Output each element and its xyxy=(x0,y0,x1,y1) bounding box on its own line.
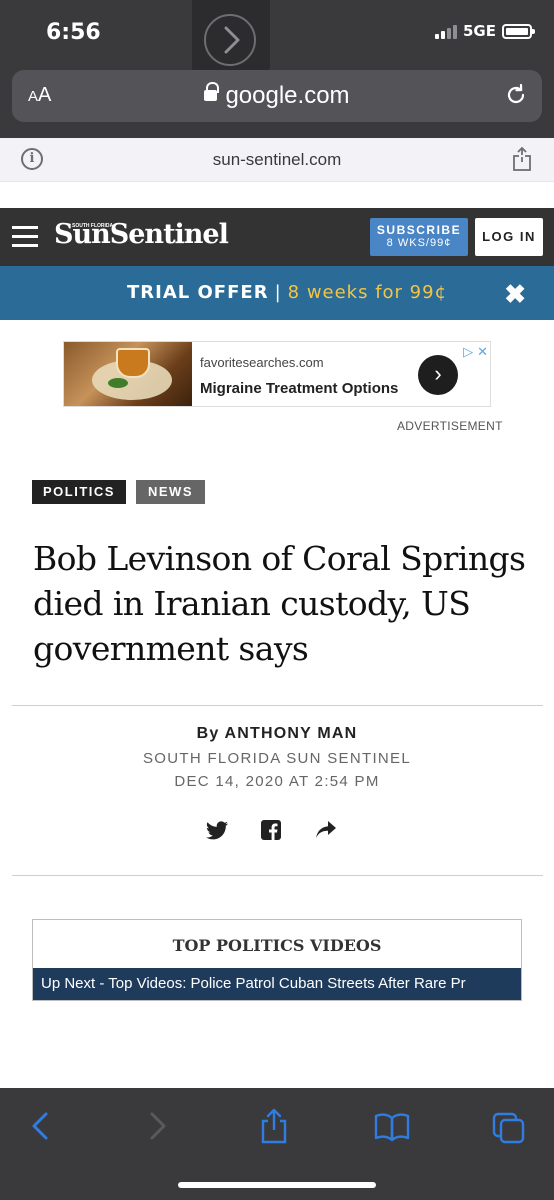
network-label: 5GE xyxy=(463,22,496,40)
share-icon[interactable] xyxy=(512,147,532,171)
bookmarks-icon[interactable] xyxy=(374,1108,410,1144)
status-indicators: 5GE xyxy=(435,22,535,40)
share-icon[interactable] xyxy=(258,1108,290,1144)
tag-politics[interactable]: POLITICS xyxy=(32,480,126,504)
social-share-row xyxy=(205,820,345,842)
home-indicator[interactable] xyxy=(178,1182,376,1188)
chevron-right-icon[interactable]: › xyxy=(418,355,458,395)
subscribe-label: SUBSCRIBE xyxy=(376,223,462,237)
trial-offer-price: 8 weeks for 99¢ xyxy=(287,282,448,303)
ad-banner[interactable]: favoritesearches.com Migraine Treatment … xyxy=(63,341,491,407)
logo-kicker: SOUTH FLORIDA xyxy=(72,223,114,229)
byline[interactable]: By ANTHONY MAN xyxy=(0,725,554,743)
status-time: 6:56 xyxy=(46,20,101,45)
subscribe-offer: 8 WKS/99¢ xyxy=(386,237,452,249)
reload-icon[interactable] xyxy=(504,83,528,107)
login-button[interactable]: LOG IN xyxy=(475,218,543,256)
video-widget-title: TOP POLITICS VIDEOS xyxy=(172,936,382,955)
site-info-bar: i sun-sentinel.com xyxy=(0,138,554,182)
trial-offer-text: TRIAL OFFER | 8 weeks for 99¢ xyxy=(127,282,447,303)
ad-title: Migraine Treatment Options xyxy=(200,380,399,397)
ad-image xyxy=(64,342,192,406)
facebook-icon[interactable] xyxy=(261,820,281,840)
lock-icon xyxy=(204,82,220,104)
forward-bubble[interactable] xyxy=(192,0,270,80)
publication-name: SOUTH FLORIDA SUN SENTINEL xyxy=(142,750,411,767)
twitter-icon[interactable] xyxy=(205,820,229,842)
close-icon[interactable]: ✖ xyxy=(504,279,526,310)
trial-offer-separator: | xyxy=(274,282,282,303)
trial-offer-banner[interactable]: TRIAL OFFER | 8 weeks for 99¢ ✖ xyxy=(0,266,554,320)
menu-icon[interactable] xyxy=(12,226,38,248)
ad-close-icon[interactable]: ✕ xyxy=(477,344,488,360)
chevron-right-icon xyxy=(204,14,256,66)
site-logo[interactable]: SOUTH FLORIDA SunSentinel xyxy=(54,219,229,250)
divider xyxy=(12,875,543,876)
tag-news[interactable]: NEWS xyxy=(136,480,205,504)
forward-icon[interactable] xyxy=(146,1108,170,1144)
signal-icon xyxy=(435,23,457,39)
publish-date: DEC 14, 2020 AT 2:54 PM xyxy=(174,773,380,790)
page: 6:56 5GE AA google.com i sun-sentinel.co… xyxy=(0,0,554,1200)
ad-choices[interactable]: ▷ ✕ xyxy=(463,344,488,360)
back-icon[interactable] xyxy=(28,1108,52,1144)
tabs-icon[interactable] xyxy=(492,1108,526,1144)
divider xyxy=(12,705,543,706)
adchoices-icon[interactable]: ▷ xyxy=(463,344,473,360)
site-domain: sun-sentinel.com xyxy=(212,150,342,169)
ad-source: favoritesearches.com xyxy=(200,355,324,370)
url-display[interactable]: google.com xyxy=(12,82,542,110)
video-widget[interactable]: TOP POLITICS VIDEOS Up Next - Top Videos… xyxy=(32,919,522,1001)
up-next-text: Up Next - Top Videos: Police Patrol Cuba… xyxy=(41,975,466,992)
battery-icon xyxy=(502,23,535,39)
article-headline: Bob Levinson of Coral Springs died in Ir… xyxy=(33,539,526,668)
share-arrow-icon[interactable] xyxy=(315,820,337,840)
subscribe-button[interactable]: SUBSCRIBE 8 WKS/99¢ xyxy=(370,218,468,256)
site-header: SOUTH FLORIDA SunSentinel xyxy=(0,208,554,266)
address-bar[interactable]: AA google.com xyxy=(12,70,542,122)
advertisement-label: ADVERTISEMENT xyxy=(397,419,503,433)
url-text: google.com xyxy=(225,82,350,109)
browser-chrome: 6:56 5GE AA google.com xyxy=(0,0,554,138)
trial-offer-label: TRIAL OFFER xyxy=(127,282,269,303)
up-next-bar[interactable]: Up Next - Top Videos: Police Patrol Cuba… xyxy=(33,968,521,1000)
